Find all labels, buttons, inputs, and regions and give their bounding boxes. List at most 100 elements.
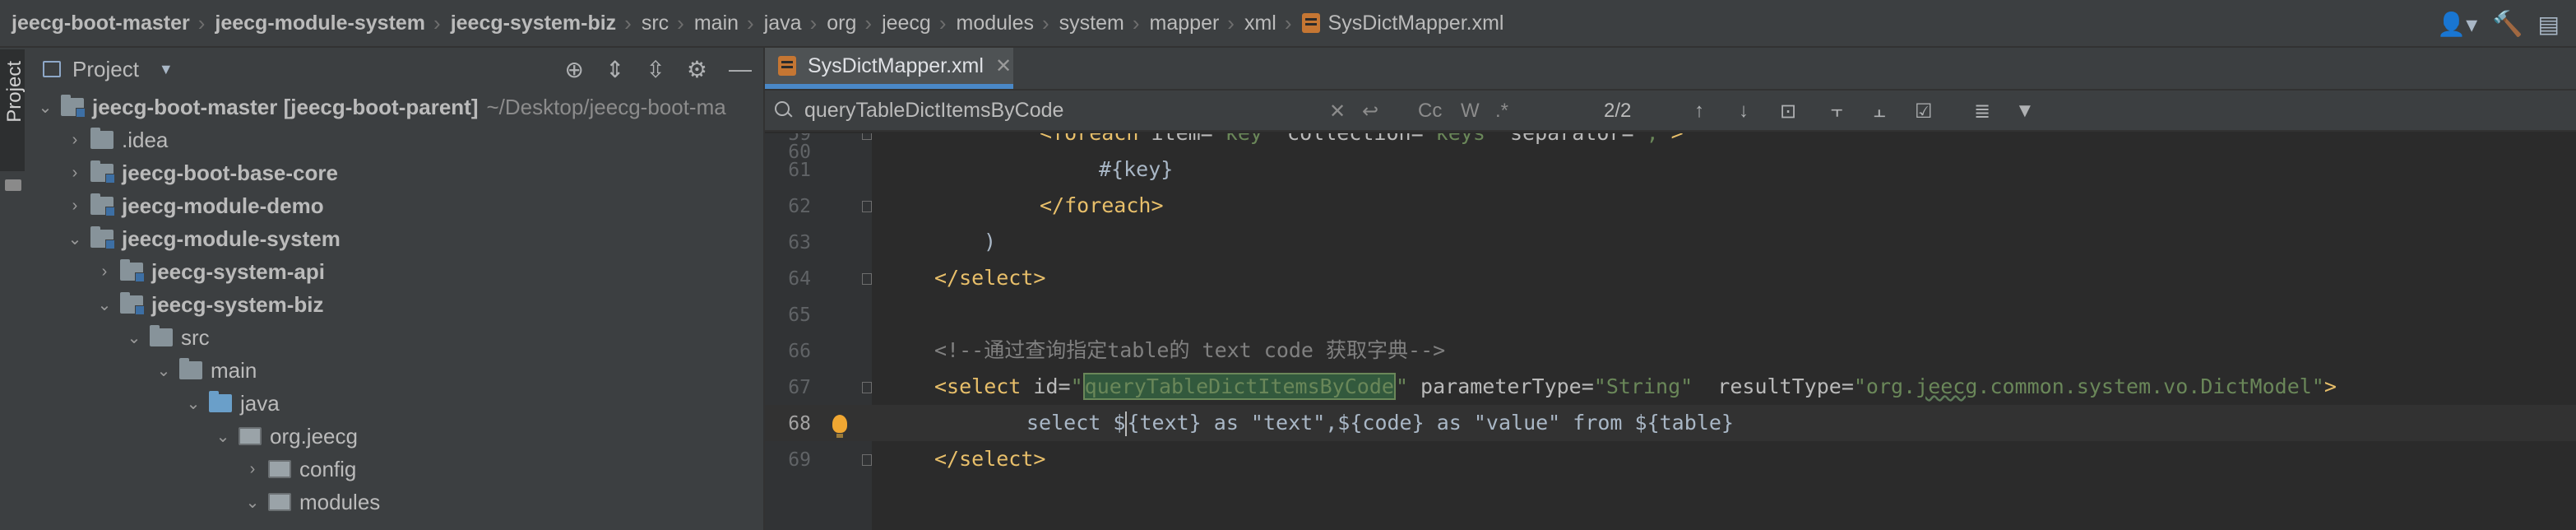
chevron-down-icon[interactable]: ⌄ (240, 492, 265, 513)
code-editor[interactable]: 59 60 <foreach item="key" collection="ke… (765, 133, 2576, 530)
chevron-down-icon[interactable]: ⌄ (122, 328, 146, 348)
tree-item[interactable]: ⌄ modules (26, 486, 763, 518)
line-number: 63 (788, 232, 811, 253)
tree-item[interactable]: › jeecg-module-demo (26, 189, 763, 222)
tree-item[interactable]: ⌄ jeecg-system-biz (26, 288, 763, 321)
breadcrumb-item[interactable]: system › (1059, 11, 1150, 36)
project-view-icon (43, 61, 61, 77)
code-line[interactable]: 66 <!--通过查询指定table的 text code 获取字典--> (765, 332, 2576, 369)
next-occurrence-icon[interactable]: ↓ (1739, 91, 1749, 132)
breadcrumb-item[interactable]: jeecg › (882, 11, 956, 36)
filter-icon[interactable]: ▼ (2015, 91, 2035, 132)
select-all-matches-icon[interactable]: ☑ (1915, 91, 1933, 132)
navigation-bar: jeecg-boot-master › jeecg-module-system › … (0, 0, 2576, 48)
hide-panel-icon[interactable]: — (729, 56, 752, 82)
folder-icon (90, 128, 114, 149)
module-folder-icon (90, 193, 115, 216)
select-all-occurrences-icon[interactable]: ⊡ (1780, 91, 1796, 132)
filter-options-icon[interactable]: ≣ (1974, 91, 1990, 132)
clear-search-icon[interactable]: ✕ (1329, 91, 1346, 132)
add-occurrence-icon[interactable]: ⫟ (1831, 91, 1843, 132)
fold-marker-icon[interactable] (862, 454, 872, 466)
line-number: 61 (788, 160, 811, 181)
chevron-down-icon[interactable]: ⌄ (211, 426, 235, 447)
tree-item[interactable]: ⌄ jeecg-module-system (26, 222, 763, 255)
tree-item[interactable]: ⌄ org.jeecg (26, 420, 763, 453)
breadcrumb-item[interactable]: java › (764, 11, 827, 36)
breadcrumb-item[interactable]: src › (642, 11, 694, 36)
run-config-icon[interactable]: ▤ (2538, 11, 2560, 38)
breadcrumb-item[interactable]: xml › (1244, 11, 1302, 36)
tree-item[interactable]: ⌄ jeecg-boot-master [jeecg-boot-parent] ~/… (26, 91, 763, 123)
chevron-right-icon[interactable]: › (63, 197, 87, 216)
code-line[interactable]: 64 </select> (765, 260, 2576, 296)
line-number: 64 (788, 268, 811, 290)
project-tool-tab[interactable]: Project (0, 49, 25, 171)
remove-occurrence-icon[interactable]: ⫠ (1874, 91, 1886, 132)
chevron-right-icon[interactable]: › (92, 263, 117, 281)
tree-item[interactable]: › .idea (26, 123, 763, 156)
code-line[interactable]: 69 </select> (765, 441, 2576, 477)
tree-item[interactable]: › config (26, 453, 763, 486)
breadcrumb-item[interactable]: org › (827, 11, 882, 36)
tree-item[interactable]: ⌄ java (26, 387, 763, 420)
breadcrumb-item[interactable]: modules › (957, 11, 1059, 36)
chevron-down-icon[interactable]: ▼ (159, 61, 174, 78)
chevron-down-icon[interactable]: ⌄ (33, 97, 58, 118)
tree-item[interactable]: › jeecg-system-api (26, 255, 763, 288)
breadcrumb-item[interactable]: jeecg-module-system › (215, 11, 450, 36)
expand-all-icon[interactable]: ⇕ (605, 56, 624, 83)
line-number: 62 (788, 196, 811, 217)
code-line[interactable]: 65 (765, 296, 2576, 332)
editor-tab[interactable]: SysDictMapper.xml ✕ (765, 48, 1013, 89)
tree-item[interactable]: ⌄ src (26, 321, 763, 354)
fold-marker-icon[interactable] (862, 273, 872, 285)
breadcrumb-item[interactable]: jeecg-boot-master › (12, 11, 215, 36)
chevron-down-icon[interactable]: ⌄ (92, 295, 117, 315)
user-account-icon[interactable]: 👤▾ (2437, 11, 2477, 38)
line-number: 66 (788, 341, 811, 362)
package-icon (268, 493, 291, 511)
tree-item[interactable]: › jeecg-boot-base-core (26, 156, 763, 189)
lightbulb-icon[interactable] (832, 415, 847, 438)
previous-occurrence-icon[interactable]: ↑ (1694, 91, 1704, 132)
chevron-down-icon[interactable]: ⌄ (151, 360, 176, 381)
close-icon[interactable]: ✕ (995, 54, 1012, 78)
search-input[interactable] (803, 97, 1316, 123)
chevron-right-icon[interactable]: › (63, 131, 87, 150)
breadcrumb-item[interactable]: mapper › (1150, 11, 1244, 36)
left-tool-strip: Project (0, 48, 28, 530)
match-case-button[interactable]: Cc (1418, 91, 1442, 132)
breadcrumb-item[interactable]: main › (694, 11, 764, 36)
folder-icon (150, 325, 173, 346)
gear-icon[interactable]: ⚙ (687, 56, 707, 83)
locate-target-icon[interactable]: ⊕ (564, 56, 583, 83)
collapse-all-icon[interactable]: ⇳ (646, 56, 665, 83)
code-line-current[interactable]: 68 select ${text} as "text",${code} as "… (765, 405, 2576, 441)
regex-button[interactable]: .* (1495, 91, 1508, 132)
chevron-right-icon[interactable]: › (63, 164, 87, 183)
line-number: 68 (788, 413, 811, 435)
chevron-down-icon[interactable]: ⌄ (181, 393, 206, 414)
xml-file-icon (1301, 13, 1320, 33)
newline-icon[interactable]: ↩ (1362, 91, 1378, 132)
fold-marker-icon[interactable] (862, 201, 872, 212)
build-hammer-icon[interactable]: 🔨 (2492, 10, 2523, 39)
breadcrumb-item-file[interactable]: SysDictMapper.xml (1301, 12, 1503, 35)
breadcrumb-item[interactable]: jeecg-system-biz › (451, 11, 642, 36)
code-line[interactable]: 61 #{key} (765, 151, 2576, 188)
code-line[interactable]: 63 ) (765, 224, 2576, 260)
code-line[interactable]: 67 <select id="queryTableDictItemsByCode… (765, 369, 2576, 405)
tree-item[interactable]: ⌄ main (26, 354, 763, 387)
project-panel-title[interactable]: Project (72, 57, 139, 82)
project-panel: Project ▼ ⊕ ⇕ ⇳ ⚙ — ⌄ jeecg-boot-master [… (26, 48, 765, 530)
chevron-down-icon[interactable]: ⌄ (63, 229, 87, 249)
module-folder-icon (90, 160, 115, 184)
code-line[interactable]: 62 </foreach> (765, 188, 2576, 224)
line-number: 65 (788, 305, 811, 326)
chevron-right-icon[interactable]: › (240, 460, 265, 479)
line-number: 69 (788, 449, 811, 471)
whole-words-button[interactable]: W (1461, 91, 1480, 132)
fold-marker-icon[interactable] (862, 382, 872, 393)
search-icon[interactable] (775, 101, 793, 119)
